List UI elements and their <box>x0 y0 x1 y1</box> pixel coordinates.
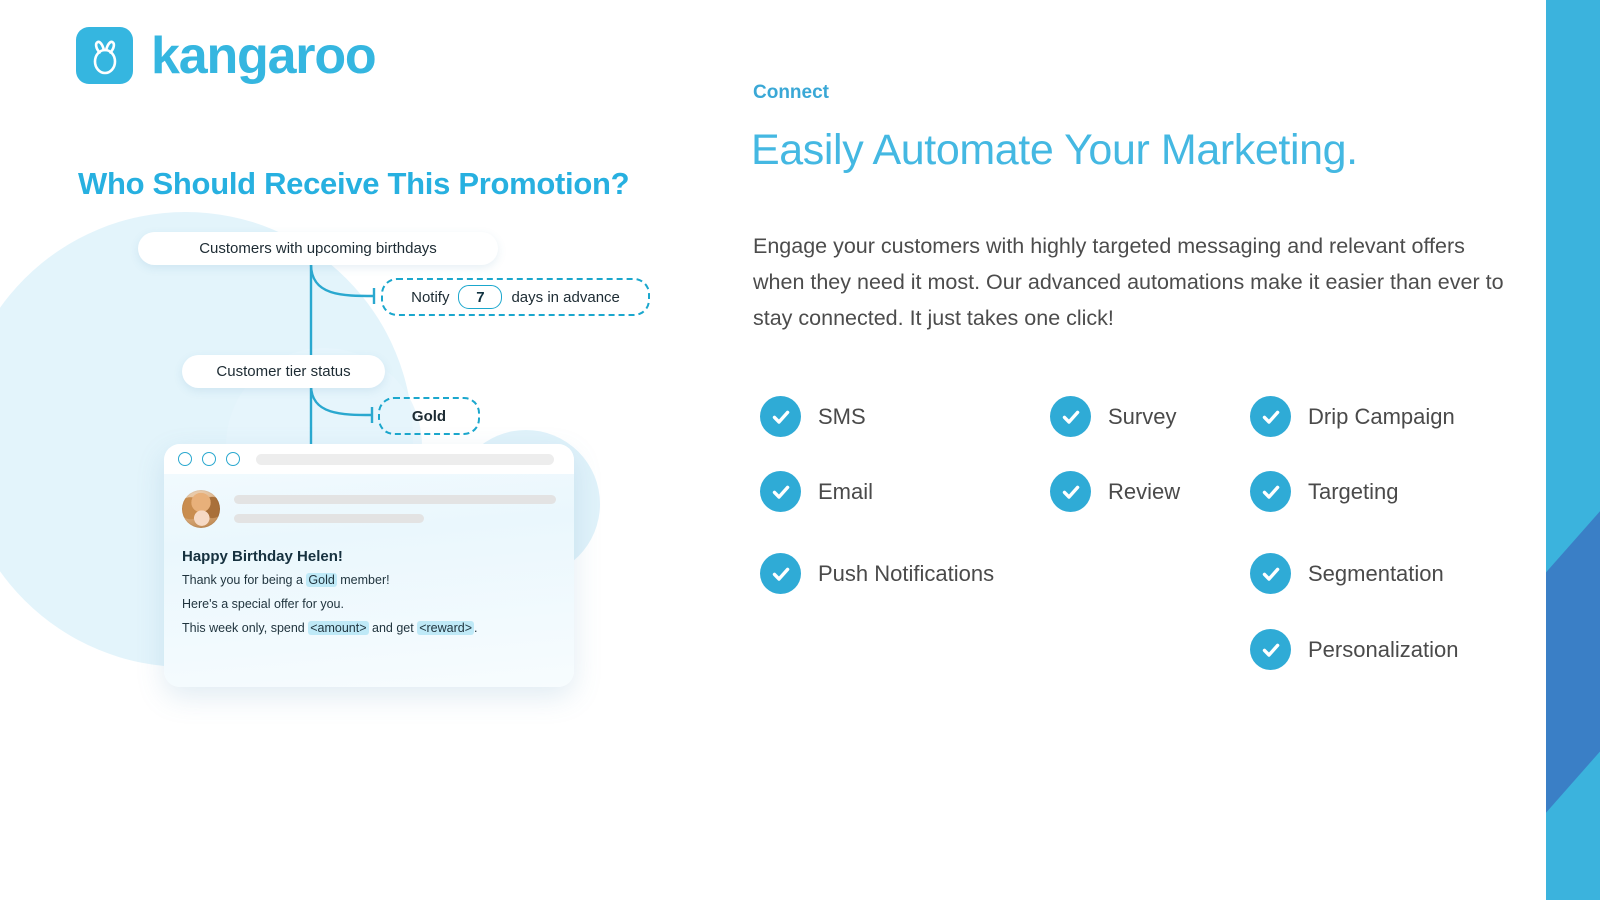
check-circle-icon <box>1050 471 1091 512</box>
check-circle-icon <box>1050 396 1091 437</box>
section-title: Easily Automate Your Marketing. <box>751 126 1358 174</box>
flow-condition-birthdays[interactable]: Customers with upcoming birthdays <box>138 232 498 265</box>
flow-condition-tier-status[interactable]: Customer tier status <box>182 355 385 388</box>
check-circle-icon <box>1250 553 1291 594</box>
message-line-2: Here's a special offer for you. <box>182 596 344 611</box>
placeholder-lines <box>234 495 556 523</box>
feature-label: Drip Campaign <box>1308 403 1455 429</box>
window-dot-icon[interactable] <box>202 452 216 466</box>
feature-item: Push Notifications <box>760 553 994 594</box>
feature-item: Survey <box>1050 396 1176 437</box>
feature-item: Personalization <box>1250 629 1458 670</box>
check-circle-icon <box>1250 629 1291 670</box>
placeholder-line <box>234 495 556 504</box>
notify-days-input[interactable]: 7 <box>458 285 503 309</box>
feature-label: Push Notifications <box>818 560 995 586</box>
flow-rule-tier-value[interactable]: Gold <box>378 397 480 435</box>
check-circle-icon <box>760 396 801 437</box>
window-dot-icon[interactable] <box>226 452 240 466</box>
flow-rule-notify-days[interactable]: Notify 7 days in advance <box>381 278 650 316</box>
token-amount: <amount> <box>308 620 369 635</box>
feature-item: SMS <box>760 396 866 437</box>
avatar <box>182 490 220 528</box>
check-circle-icon <box>760 471 801 512</box>
token-gold: Gold <box>306 573 337 587</box>
notify-suffix-label: days in advance <box>511 288 620 306</box>
message-line-3-middle: and get <box>368 620 418 635</box>
card-body: Happy Birthday Helen! Thank you for bein… <box>164 474 574 637</box>
window-dot-icon[interactable] <box>178 452 192 466</box>
message-preview-card: Happy Birthday Helen! Thank you for bein… <box>164 444 574 687</box>
placeholder-line <box>234 514 424 523</box>
right-edge-ribbon <box>1538 0 1600 900</box>
feature-label: Email <box>818 478 874 504</box>
feature-label: Review <box>1108 478 1181 504</box>
feature-item: Email <box>760 471 873 512</box>
feature-label: Personalization <box>1308 636 1459 662</box>
section-body-text: Engage your customers with highly target… <box>753 234 1504 331</box>
feature-label: Targeting <box>1308 478 1399 504</box>
message-line-3-after: . <box>474 620 478 635</box>
notify-prefix-label: Notify <box>411 288 450 306</box>
feature-item: Targeting <box>1250 471 1399 512</box>
message-line-1-before: Thank you for being a <box>182 573 307 587</box>
check-circle-icon <box>1250 471 1291 512</box>
feature-label: SMS <box>818 403 866 429</box>
message-line-3: This week only, spend <amount> and get <… <box>182 620 556 637</box>
section-eyebrow: Connect <box>753 82 829 103</box>
feature-item: Review <box>1050 471 1180 512</box>
feature-label: Survey <box>1108 403 1177 429</box>
message-line-1: Thank you for being a Gold member! <box>182 572 556 589</box>
address-bar[interactable] <box>256 453 554 465</box>
card-title-bar <box>164 444 574 474</box>
token-reward: <reward> <box>417 620 474 635</box>
message-greeting: Happy Birthday Helen! <box>182 548 343 565</box>
check-circle-icon <box>1250 396 1291 437</box>
message-line-3-before: This week only, spend <box>182 620 309 635</box>
feature-item: Drip Campaign <box>1250 396 1455 437</box>
card-header-row <box>182 490 556 528</box>
message-line-1-after: member! <box>336 573 390 587</box>
feature-item: Segmentation <box>1250 553 1444 594</box>
check-circle-icon <box>760 553 801 594</box>
feature-label: Segmentation <box>1308 560 1444 586</box>
